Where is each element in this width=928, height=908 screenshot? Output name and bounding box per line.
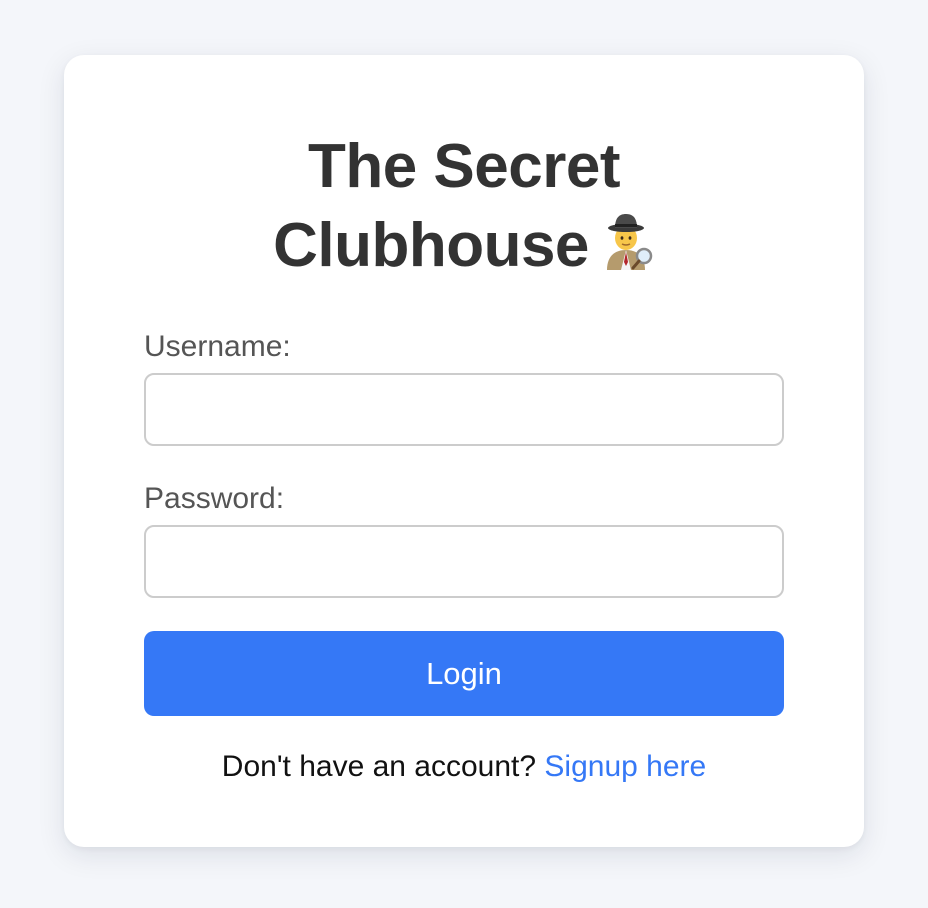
- signup-prompt-text: Don't have an account?: [221, 750, 537, 783]
- detective-icon: [597, 210, 655, 270]
- password-input[interactable]: [144, 525, 784, 598]
- title-line-2: Clubhouse: [273, 211, 589, 280]
- username-label: Username:: [144, 330, 291, 363]
- title-line-1: The Secret: [307, 132, 621, 201]
- login-button[interactable]: Login: [144, 631, 784, 716]
- username-input[interactable]: [144, 373, 784, 446]
- page-title: The Secret Clubhouse: [64, 127, 864, 285]
- signup-prompt-row: Don't have an account? Signup here: [64, 747, 864, 787]
- login-card: The Secret Clubhouse Username: Password:…: [64, 55, 864, 847]
- title-line-2-wrapper: Clubhouse: [64, 206, 864, 285]
- password-label: Password:: [144, 482, 285, 515]
- signup-link[interactable]: Signup here: [544, 750, 706, 783]
